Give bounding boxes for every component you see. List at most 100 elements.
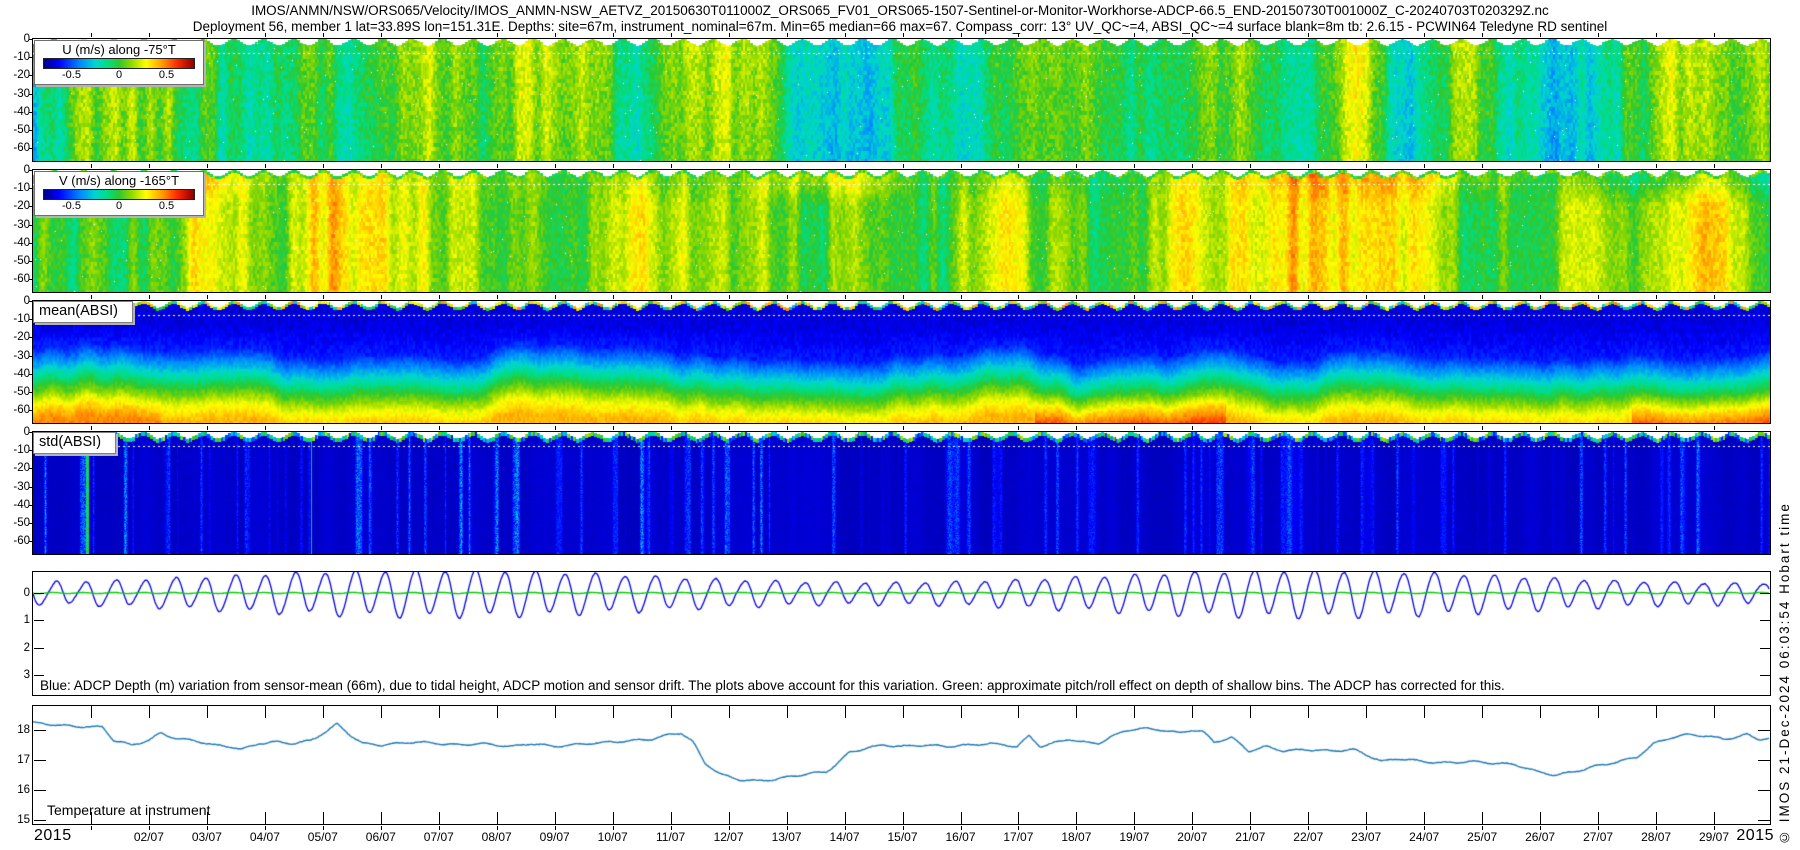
date-tick	[1656, 706, 1657, 718]
depth-tick-label: 0	[1, 426, 30, 438]
date-tick	[1598, 812, 1599, 824]
date-tick	[207, 426, 208, 430]
date-tick	[1250, 812, 1251, 824]
date-tick	[91, 164, 92, 168]
depth-tick	[29, 130, 32, 131]
date-tick	[1076, 33, 1077, 37]
depth-tick-label: 0	[1, 295, 30, 307]
v-velocity-heatmap	[33, 170, 1770, 292]
depth-tick-label: -10	[1, 313, 30, 325]
x-tick-label: 25/07	[1462, 830, 1502, 844]
date-tick	[149, 706, 150, 718]
xaxis-year-left: 2015	[34, 827, 72, 845]
v-colorbar-ticklabels: -0.500.5	[43, 200, 195, 214]
date-tick	[1598, 426, 1599, 430]
date-tick	[671, 33, 672, 37]
date-tick	[961, 164, 962, 168]
date-tick	[1424, 706, 1425, 718]
depth-tick	[29, 301, 32, 302]
std-absi-label-box: std(ABSI)	[33, 432, 116, 454]
date-tick	[903, 426, 904, 430]
date-tick	[381, 295, 382, 299]
date-tick	[1192, 164, 1193, 168]
date-tick	[1134, 426, 1135, 430]
date-tick	[1366, 295, 1367, 299]
date-tick	[323, 164, 324, 168]
depth-tick	[29, 410, 32, 411]
date-tick	[1714, 33, 1715, 37]
temp-tick-label: 17	[1, 754, 30, 766]
x-tick-label: 29/07	[1694, 830, 1734, 844]
date-tick	[729, 426, 730, 430]
depth-tick	[29, 112, 32, 113]
date-tick	[555, 295, 556, 299]
date-tick	[555, 812, 556, 824]
temp-tick	[1758, 730, 1770, 731]
depth-variation-plot	[33, 572, 1770, 695]
depth-tick	[29, 148, 32, 149]
depth-tick-label: -50	[1, 124, 30, 136]
date-tick	[1076, 812, 1077, 824]
date-tick	[1482, 33, 1483, 37]
date-tick	[613, 164, 614, 168]
x-tick-label: 07/07	[419, 830, 459, 844]
date-tick	[1714, 295, 1715, 299]
date-tick	[845, 426, 846, 430]
date-tick	[323, 812, 324, 824]
date-tick	[497, 164, 498, 168]
x-tick-label: 15/07	[883, 830, 923, 844]
depth-tick	[29, 279, 32, 280]
date-tick	[1424, 33, 1425, 37]
date-tick	[497, 812, 498, 824]
x-tick-label: 23/07	[1346, 830, 1386, 844]
date-tick	[845, 295, 846, 299]
temp-tick	[1758, 760, 1770, 761]
x-tick-label: 05/07	[303, 830, 343, 844]
date-tick	[1134, 706, 1135, 718]
date-tick	[381, 706, 382, 718]
date-tick	[671, 164, 672, 168]
date-tick	[1482, 164, 1483, 168]
mean-absi-heatmap	[33, 301, 1770, 423]
depthvar-tick	[34, 675, 44, 676]
date-tick	[1134, 812, 1135, 824]
date-tick	[323, 33, 324, 37]
date-tick	[1714, 164, 1715, 168]
temp-tick	[1758, 790, 1770, 791]
copyright-vertical-text: © IMOS 21-Dec-2024 06:03:54 Hobart time	[1777, 402, 1792, 845]
temp-tick	[34, 820, 46, 821]
date-tick	[555, 33, 556, 37]
date-tick	[1250, 164, 1251, 168]
x-tick-label: 04/07	[245, 830, 285, 844]
date-tick	[1134, 33, 1135, 37]
date-tick	[91, 426, 92, 430]
date-tick	[1424, 426, 1425, 430]
date-tick	[961, 33, 962, 37]
temp-tick	[1758, 820, 1770, 821]
colorbar-tick-label: 0.5	[159, 200, 174, 212]
depthvar-tick	[1760, 620, 1770, 621]
depth-tick	[29, 468, 32, 469]
depth-tick-label: -40	[1, 368, 30, 380]
date-tick	[1018, 812, 1019, 824]
date-tick	[1018, 706, 1019, 718]
u-velocity-heatmap	[33, 39, 1770, 161]
depth-tick-label: -30	[1, 219, 30, 231]
depth-tick	[29, 206, 32, 207]
date-tick	[845, 706, 846, 718]
date-tick	[1482, 706, 1483, 718]
date-tick	[787, 812, 788, 824]
date-tick	[729, 33, 730, 37]
depth-tick	[29, 356, 32, 357]
date-tick	[961, 295, 962, 299]
date-tick	[555, 426, 556, 430]
depth-tick-label: -40	[1, 237, 30, 249]
x-tick-label: 24/07	[1404, 830, 1444, 844]
depthvar-tick-label: 1	[1, 614, 30, 626]
date-tick	[1308, 164, 1309, 168]
date-tick	[1076, 295, 1077, 299]
date-tick	[1134, 295, 1135, 299]
date-tick	[1018, 164, 1019, 168]
panel-u-velocity: U (m/s) along -75°T -0.500.5	[32, 38, 1771, 162]
x-tick-label: 18/07	[1056, 830, 1096, 844]
